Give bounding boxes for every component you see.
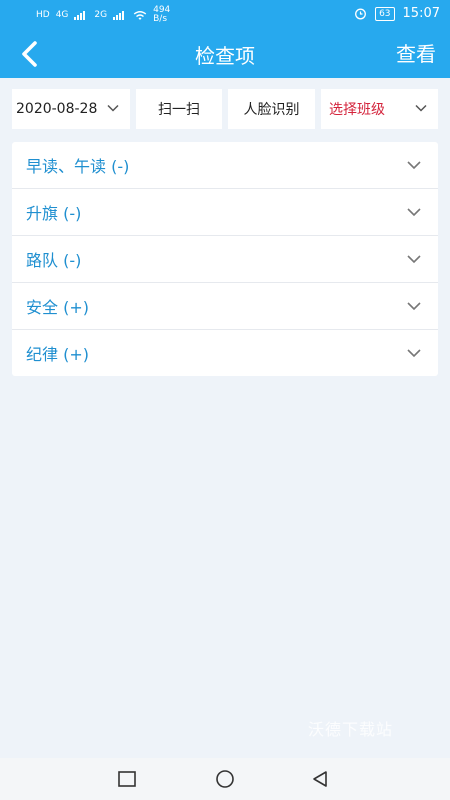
chevron-down-icon — [407, 349, 421, 358]
home-circle-icon[interactable] — [214, 769, 236, 789]
filter-toolbar: 2020-08-28 扫一扫 人脸识别 选择班级 — [12, 89, 438, 129]
battery-icon: 63 — [375, 6, 395, 21]
face-recognition-button[interactable]: 人脸识别 — [228, 89, 315, 129]
network-speed: 494 B/s — [153, 5, 171, 24]
check-item-list: 早读、午读 (-) 升旗 (-) 路队 (-) 安全 (+) 纪律 (+) — [12, 142, 438, 376]
signal-icon-2 — [113, 10, 127, 20]
network-2g-label: 2G — [94, 10, 108, 20]
page-title: 检查项 — [195, 44, 255, 68]
scan-button[interactable]: 扫一扫 — [136, 89, 222, 129]
chevron-down-icon — [407, 208, 421, 217]
view-button[interactable]: 查看 — [396, 38, 436, 67]
face-recognition-label: 人脸识别 — [243, 102, 300, 118]
chevron-down-icon — [407, 302, 421, 311]
chevron-down-icon — [407, 255, 421, 264]
accordion-item-label: 纪律 (+) — [26, 345, 89, 364]
chevron-down-icon — [415, 104, 427, 112]
accordion-item-label: 路队 (-) — [26, 251, 82, 270]
status-bar: HD 4G 2G 494 B/s 63 15:07 — [0, 0, 450, 30]
recents-square-icon[interactable] — [117, 769, 137, 789]
back-triangle-icon[interactable] — [310, 769, 330, 789]
system-nav-bar — [0, 758, 450, 800]
app-bar: 检查项 查看 — [0, 30, 450, 78]
accordion-item-safety[interactable]: 安全 (+) — [12, 283, 438, 330]
class-select-label: 选择班级 — [329, 102, 385, 118]
network-4g-label: 4G — [55, 10, 69, 20]
chevron-down-icon — [407, 161, 421, 170]
hd-indicator: HD — [36, 10, 50, 20]
scan-label: 扫一扫 — [158, 102, 200, 118]
date-value: 2020-08-28 — [16, 101, 98, 117]
watermark: 沃德下载站 — [308, 720, 394, 739]
accordion-item-label: 安全 (+) — [26, 298, 89, 317]
signal-icon — [74, 10, 88, 20]
accordion-item-label: 升旗 (-) — [26, 204, 82, 223]
status-left: HD 4G 2G 494 B/s — [36, 6, 175, 24]
wifi-icon — [133, 10, 147, 20]
accordion-item-road-team[interactable]: 路队 (-) — [12, 236, 438, 283]
accordion-item-flag-raising[interactable]: 升旗 (-) — [12, 189, 438, 236]
alarm-icon — [355, 8, 367, 20]
accordion-item-discipline[interactable]: 纪律 (+) — [12, 330, 438, 376]
class-select[interactable]: 选择班级 — [321, 89, 438, 129]
status-right: 63 15:07 — [354, 6, 440, 21]
date-picker[interactable]: 2020-08-28 — [12, 89, 130, 129]
accordion-item-label: 早读、午读 (-) — [26, 157, 130, 176]
accordion-item-reading[interactable]: 早读、午读 (-) — [12, 142, 438, 189]
clock: 15:07 — [402, 6, 440, 21]
chevron-down-icon — [107, 104, 119, 112]
